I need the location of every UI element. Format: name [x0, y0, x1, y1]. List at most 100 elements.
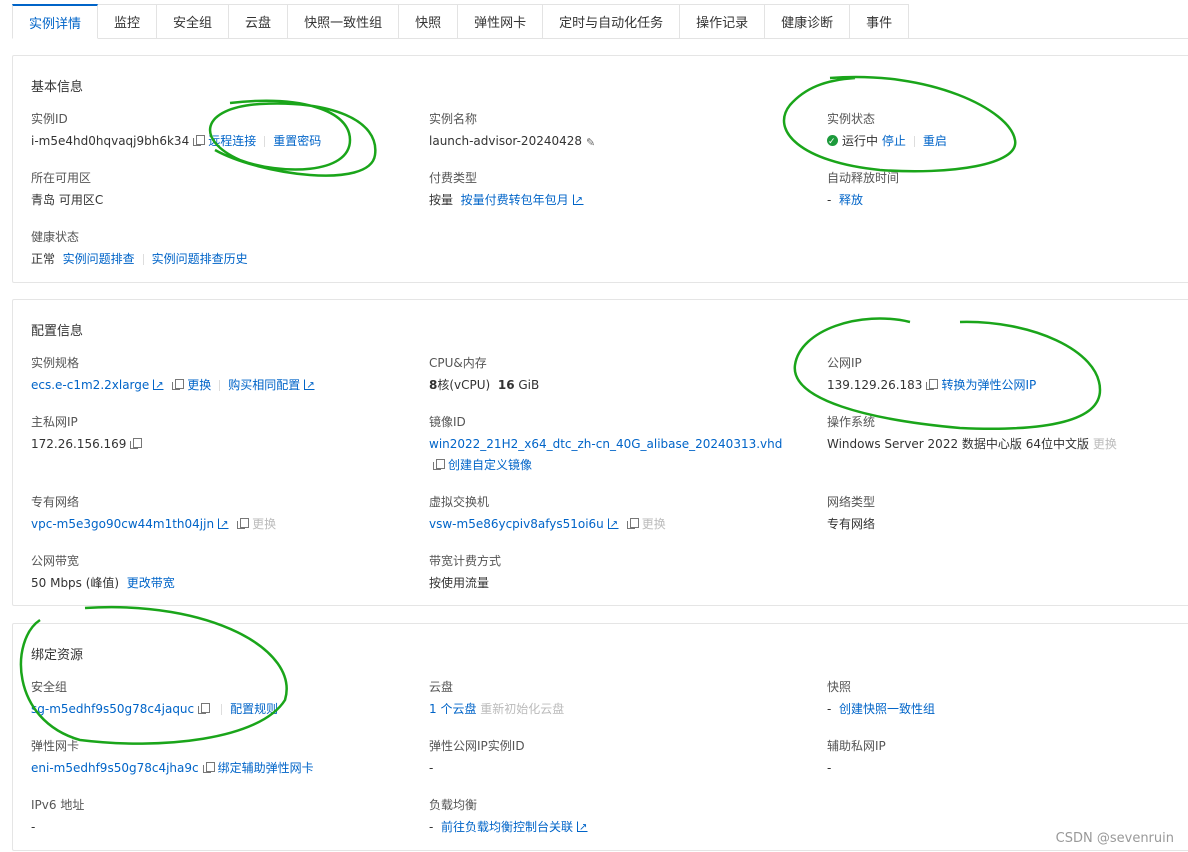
- tab-2[interactable]: 安全组: [157, 4, 230, 39]
- link[interactable]: 远程连接: [208, 134, 256, 148]
- field-grid: 安全组 sg-m5edhf9s50g78c4jaquc 配置规则 云盘 1 个云盘 重新…: [31, 678, 1183, 838]
- value-text: Windows Server 2022 数据中心版 64位中文版: [827, 437, 1093, 451]
- info-field: 实例ID i-m5e4hd0hqvaqj9bh6k34 远程连接 重置密码: [31, 110, 429, 152]
- value-text: -: [827, 761, 832, 775]
- config-info-card: 配置信息实例规格 ecs.e-c1m2.2xlarge 更换 购买相同配置 CPU&内存…: [12, 299, 1188, 606]
- field-value: 172.26.156.169: [31, 434, 401, 455]
- field-value: eni-m5edhf9s50g78c4jha9c 绑定辅助弹性网卡: [31, 758, 401, 779]
- value-text: 按使用流量: [429, 576, 490, 590]
- field-value: 正常 实例问题排查 实例问题排查历史: [31, 249, 401, 270]
- field-grid: 实例规格 ecs.e-c1m2.2xlarge 更换 购买相同配置 CPU&内存 8核(v…: [31, 354, 1183, 594]
- value-text: -: [429, 820, 441, 834]
- field-label: 虚拟交换机: [429, 495, 490, 509]
- field-label: 弹性公网IP实例ID: [429, 739, 525, 753]
- value-text: 专有网络: [827, 517, 876, 531]
- info-field: 带宽计费方式 按使用流量: [429, 552, 827, 594]
- link[interactable]: vpc-m5e3go90cw44m1th04jjn: [31, 517, 214, 531]
- field-value: 1 个云盘 重新初始化云盘: [429, 699, 799, 720]
- tab-5[interactable]: 快照: [399, 4, 459, 39]
- info-field: 操作系统 Windows Server 2022 数据中心版 64位中文版 更换: [827, 413, 1188, 476]
- copy-icon[interactable]: [237, 518, 250, 529]
- field-label: 所在可用区: [31, 171, 92, 185]
- copy-icon[interactable]: [193, 135, 206, 146]
- info-field: 负载均衡 - 前往负载均衡控制台关联: [429, 796, 827, 838]
- field-value: -: [31, 817, 401, 838]
- copy-icon[interactable]: [926, 379, 939, 390]
- field-value: win2022_21H2_x64_dtc_zh-cn_40G_alibase_2…: [429, 434, 799, 476]
- link[interactable]: 配置规则: [230, 702, 278, 716]
- edit-icon[interactable]: [586, 132, 597, 153]
- value-text: 青岛 可用区C: [31, 193, 104, 207]
- field-value: launch-advisor-20240428: [429, 131, 799, 153]
- link[interactable]: 实例问题排查历史: [152, 252, 248, 266]
- copy-icon[interactable]: [202, 762, 215, 773]
- tab-4[interactable]: 快照一致性组: [288, 4, 400, 39]
- link[interactable]: 创建自定义镜像: [448, 458, 532, 472]
- external-link-icon[interactable]: [572, 190, 584, 211]
- tab-1[interactable]: 监控: [98, 4, 158, 39]
- link[interactable]: 停止: [882, 134, 906, 148]
- tab-10[interactable]: 事件: [850, 4, 910, 39]
- field-label: 网络类型: [827, 495, 876, 509]
- divider: [219, 380, 221, 391]
- info-field: 实例规格 ecs.e-c1m2.2xlarge 更换 购买相同配置: [31, 354, 429, 396]
- link[interactable]: 1 个云盘: [429, 702, 476, 716]
- field-value: - 前往负载均衡控制台关联: [429, 817, 799, 838]
- link[interactable]: eni-m5edhf9s50g78c4jha9c: [31, 761, 199, 775]
- field-label: 公网带宽: [31, 554, 80, 568]
- external-link-icon[interactable]: [153, 375, 165, 396]
- tab-8[interactable]: 操作记录: [680, 4, 766, 39]
- info-field: 网络类型 专有网络: [827, 493, 1188, 535]
- link[interactable]: vsw-m5e86ycpiv8afys51oi6u: [429, 517, 604, 531]
- field-label: 公网IP: [827, 356, 862, 370]
- info-field: 辅助私网IP -: [827, 737, 1188, 779]
- tab-7[interactable]: 定时与自动化任务: [543, 4, 681, 39]
- link[interactable]: 绑定辅助弹性网卡: [218, 761, 314, 775]
- field-grid: 实例ID i-m5e4hd0hqvaqj9bh6k34 远程连接 重置密码 实例名称 la…: [31, 110, 1183, 270]
- link[interactable]: 更改带宽: [127, 576, 175, 590]
- disabled-link: 更换: [1092, 437, 1117, 451]
- copy-icon[interactable]: [433, 459, 445, 470]
- value-text: -: [827, 702, 839, 716]
- copy-icon[interactable]: [130, 438, 143, 449]
- tab-6[interactable]: 弹性网卡: [458, 4, 544, 39]
- field-value: 50 Mbps (峰值) 更改带宽: [31, 573, 401, 594]
- link[interactable]: 实例问题排查: [63, 252, 135, 266]
- tab-9[interactable]: 健康诊断: [765, 4, 851, 39]
- copy-icon[interactable]: [198, 703, 211, 714]
- link[interactable]: ecs.e-c1m2.2xlarge: [31, 378, 149, 392]
- tab-bar: 实例详情 监控 安全组 云盘 快照一致性组 快照 弹性网卡 定时与自动化任务 操作记录 健康诊断事…: [12, 4, 1188, 39]
- value-text: 139.129.26.183: [827, 378, 923, 392]
- link[interactable]: sg-m5edhf9s50g78c4jaquc: [31, 702, 194, 716]
- external-link-icon[interactable]: [218, 514, 230, 535]
- basic-info-card: 基本信息 实例ID i-m5e4hd0hqvaqj9bh6k34 远程连接 重置密码 实例…: [12, 55, 1188, 283]
- field-value: 8核(vCPU) 16 GiB: [429, 375, 799, 396]
- tab-0[interactable]: 实例详情: [12, 4, 99, 39]
- link[interactable]: 释放: [839, 193, 863, 207]
- value-text: -: [429, 761, 434, 775]
- external-link-icon[interactable]: [607, 514, 619, 535]
- copy-icon[interactable]: [172, 379, 185, 390]
- info-field: IPv6 地址 -: [31, 796, 429, 838]
- copy-icon[interactable]: [626, 518, 639, 529]
- external-link-icon[interactable]: [576, 817, 588, 838]
- link[interactable]: 重置密码: [273, 134, 321, 148]
- field-label: CPU&内存: [429, 356, 487, 370]
- link[interactable]: 更换: [187, 378, 211, 392]
- info-field: 快照 - 创建快照一致性组: [827, 678, 1188, 720]
- status-ok-icon: [827, 132, 838, 153]
- field-value: 青岛 可用区C: [31, 190, 401, 211]
- link[interactable]: win2022_21H2_x64_dtc_zh-cn_40G_alibase_2…: [429, 437, 782, 451]
- field-label: 主私网IP: [31, 415, 78, 429]
- field-value: ecs.e-c1m2.2xlarge 更换 购买相同配置: [31, 375, 401, 396]
- section-title: 基本信息: [31, 80, 84, 95]
- link[interactable]: 前往负载均衡控制台关联: [441, 820, 573, 834]
- link[interactable]: 转换为弹性公网IP: [941, 378, 1036, 392]
- link[interactable]: 购买相同配置: [228, 378, 300, 392]
- tab-3[interactable]: 云盘: [229, 4, 289, 39]
- link[interactable]: 按量付费转包年包月: [461, 193, 569, 207]
- link[interactable]: 重启: [923, 134, 947, 148]
- link[interactable]: 创建快照一致性组: [839, 702, 935, 716]
- field-label: 辅助私网IP: [827, 739, 886, 753]
- external-link-icon[interactable]: [304, 375, 316, 396]
